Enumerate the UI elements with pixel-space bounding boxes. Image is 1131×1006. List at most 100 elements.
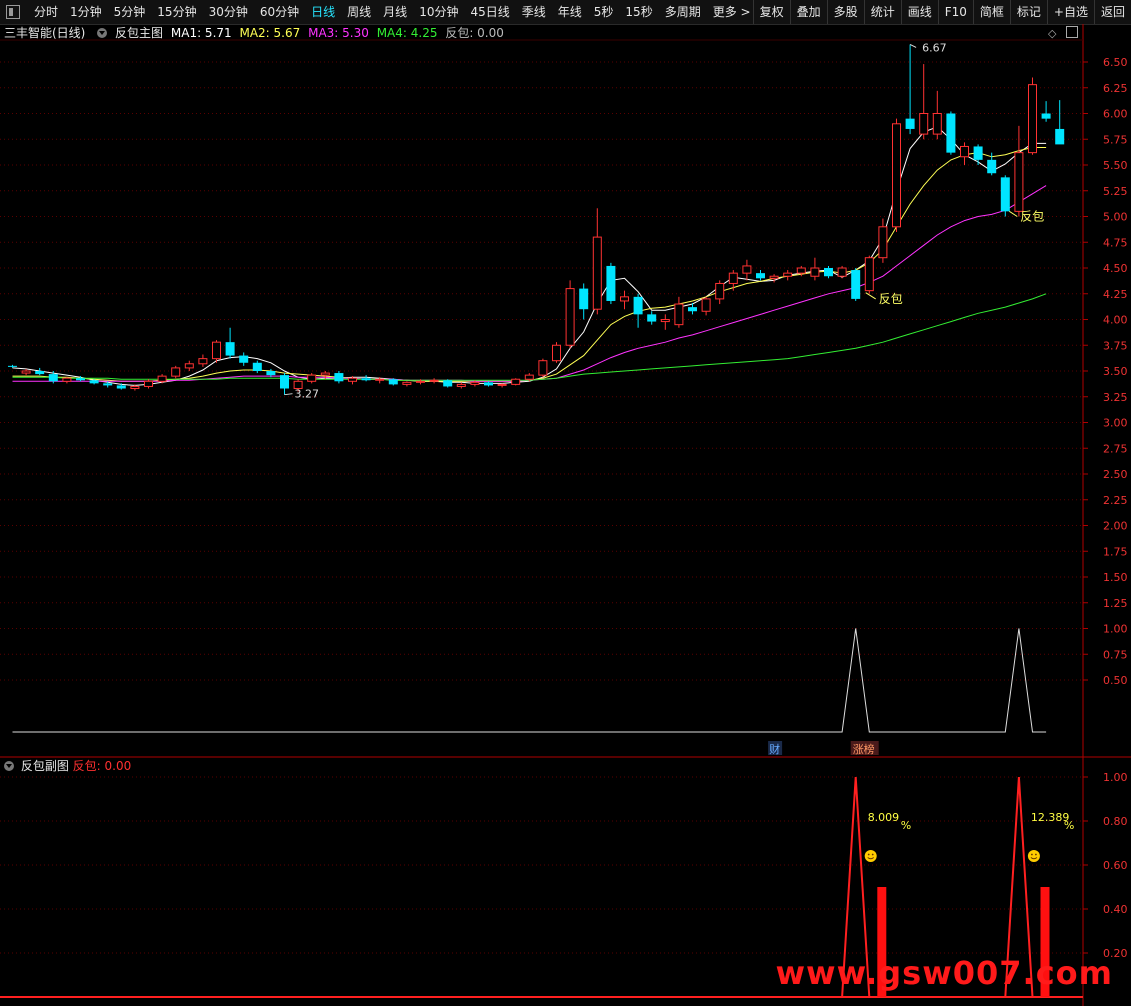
y-tick-label: 5.50 — [1103, 159, 1128, 172]
candle-body — [62, 377, 72, 382]
candle-body — [728, 272, 738, 284]
y-tick-label: 4.25 — [1103, 288, 1128, 301]
y-tick-label: 5.00 — [1103, 211, 1128, 224]
y-tick-label: 4.50 — [1103, 262, 1128, 275]
candle-body — [307, 374, 317, 382]
candle-body — [8, 365, 17, 367]
candle — [402, 381, 412, 387]
candle — [239, 352, 249, 366]
candle — [851, 268, 861, 301]
y-tick-label: 1.50 — [1103, 571, 1128, 584]
candle-body — [742, 265, 752, 274]
candle-body — [932, 113, 942, 135]
candle-body — [1055, 128, 1065, 145]
candle-body — [266, 371, 276, 376]
candle — [280, 373, 289, 395]
y-tick-label: 2.00 — [1103, 520, 1128, 533]
candle-body — [905, 118, 915, 129]
candle-body — [48, 374, 58, 382]
candle — [21, 368, 31, 376]
candle-body — [130, 385, 140, 390]
candle — [715, 280, 725, 305]
candle — [198, 354, 208, 367]
candle-body — [171, 367, 181, 377]
candle — [769, 274, 779, 283]
candle — [511, 378, 521, 386]
candle-body — [837, 267, 847, 277]
candle — [334, 371, 344, 384]
candle — [484, 381, 493, 387]
sub-y-tick-label: 0.80 — [1103, 815, 1128, 828]
y-tick-label: 1.75 — [1103, 545, 1128, 558]
candle — [497, 383, 507, 388]
candle — [824, 265, 833, 279]
candle — [212, 340, 221, 363]
candle-body — [851, 270, 861, 299]
candle-body — [756, 273, 765, 279]
candle — [388, 378, 398, 386]
ma-line-2 — [12, 147, 1047, 382]
candle — [810, 257, 820, 281]
candle-body — [987, 159, 997, 174]
y-tick-label: 1.00 — [1103, 623, 1128, 636]
candle-body — [239, 355, 249, 363]
candle-body — [375, 378, 385, 381]
low-price-label: 3.27 — [295, 388, 320, 401]
candle — [620, 290, 629, 310]
sub-y-tick-label: 1.00 — [1103, 771, 1128, 784]
candle — [538, 358, 548, 378]
candle-body — [524, 374, 534, 380]
y-tick-label: 3.00 — [1103, 417, 1128, 430]
candle-body — [280, 375, 289, 389]
candle-body — [1028, 84, 1037, 154]
candle-body — [320, 372, 330, 376]
candle-body — [796, 267, 806, 274]
y-tick-label: 4.00 — [1103, 314, 1128, 327]
candle-body — [620, 296, 629, 302]
candle — [660, 314, 670, 330]
candle — [783, 270, 793, 281]
candle — [973, 144, 983, 165]
candle — [633, 293, 643, 328]
smiley-eye — [1035, 853, 1037, 856]
candle-body — [429, 379, 439, 382]
candle-body — [688, 307, 697, 312]
high-price-label: 6.67 — [922, 41, 947, 54]
low-marker — [284, 393, 293, 396]
candle — [62, 377, 72, 384]
badge-zhangbang: 涨榜 — [853, 742, 875, 756]
smiley-eye — [867, 853, 870, 856]
percent-unit-2: % — [1064, 819, 1074, 832]
candle-body — [76, 378, 85, 381]
candle-body — [946, 113, 956, 153]
candle-body — [715, 282, 725, 300]
candle-body — [144, 380, 153, 387]
candle-body — [103, 383, 113, 386]
candle-body — [892, 123, 901, 228]
candle-body — [334, 373, 344, 382]
candle — [837, 265, 847, 279]
sub-y-tick-label: 0.60 — [1103, 859, 1128, 872]
candle — [456, 382, 466, 389]
kline-chart[interactable]: 6.50 6.25 6.00 5.75 5.50 5.25 5.00 4.75 4.50 4.25… — [0, 0, 1131, 1006]
candle-body — [184, 363, 194, 369]
candle-body — [783, 272, 793, 277]
y-tick-label: 3.75 — [1103, 339, 1128, 352]
y-tick-label: 2.75 — [1103, 442, 1128, 455]
candle — [674, 296, 684, 328]
candle-body — [552, 344, 561, 362]
y-tick-label: 4.75 — [1103, 236, 1128, 249]
candle-body — [579, 288, 589, 310]
candle-body — [388, 379, 398, 385]
candle-body — [1000, 177, 1010, 212]
fanbao-label-2: 反包 — [1020, 210, 1044, 224]
ma-line-3 — [12, 185, 1047, 382]
candle-body — [960, 145, 969, 158]
y-tick-label: 5.75 — [1103, 133, 1128, 146]
badge-cai: 财 — [769, 742, 780, 756]
candle — [742, 259, 752, 281]
sub-y-tick-label: 0.40 — [1103, 903, 1128, 916]
candle — [184, 360, 194, 371]
candle-body — [116, 385, 126, 389]
candle-body — [864, 257, 874, 292]
